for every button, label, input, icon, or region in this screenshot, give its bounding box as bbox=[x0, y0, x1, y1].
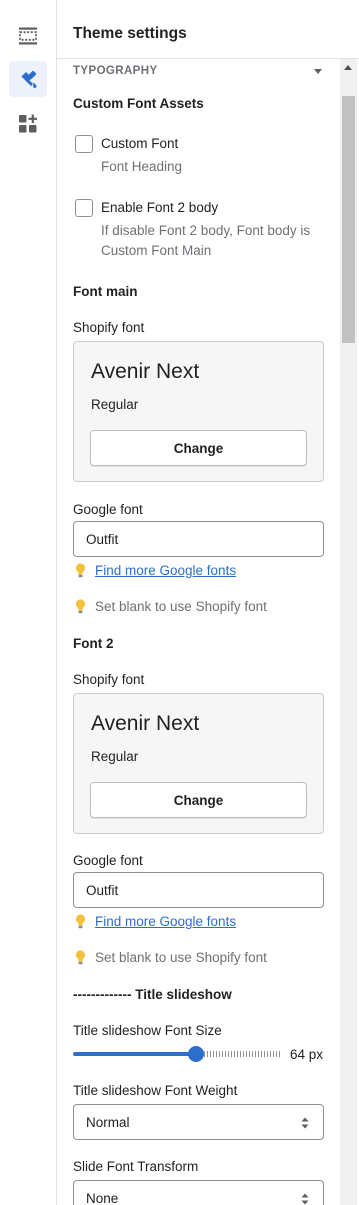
lightbulb-icon bbox=[73, 914, 87, 929]
slider-track bbox=[204, 1051, 281, 1057]
font-main-picker-card: Avenir Next Regular Change bbox=[73, 341, 324, 482]
slideshow-size-value: 64 px bbox=[290, 1047, 324, 1062]
font-main-find-link[interactable]: Find more Google fonts bbox=[95, 563, 236, 578]
font-main-blank-text: Set blank to use Shopify font bbox=[95, 599, 267, 614]
font-main-name: Avenir Next bbox=[91, 360, 200, 383]
lightbulb-icon bbox=[73, 950, 87, 965]
apps-button[interactable] bbox=[9, 106, 47, 142]
select-arrows-icon bbox=[301, 1117, 309, 1129]
settings-panel: Theme settings TYPOGRAPHY Custom Font As… bbox=[57, 0, 359, 1205]
scroll-up-icon[interactable] bbox=[344, 65, 352, 70]
slide-transform-select[interactable]: None bbox=[73, 1180, 324, 1205]
custom-assets-heading: Custom Font Assets bbox=[73, 96, 204, 111]
font-main-google-label: Google font bbox=[73, 502, 143, 517]
font-2-find-link[interactable]: Find more Google fonts bbox=[95, 914, 236, 929]
font-main-change-button[interactable]: Change bbox=[90, 430, 307, 466]
apps-add-icon bbox=[19, 114, 37, 133]
slider-thumb[interactable] bbox=[188, 1046, 204, 1062]
font-main-find-tip: Find more Google fonts bbox=[73, 563, 236, 578]
custom-font-label[interactable]: Custom Font bbox=[101, 136, 178, 151]
font-2-blank-tip: Set blank to use Shopify font bbox=[73, 950, 267, 965]
sections-button[interactable] bbox=[9, 18, 47, 54]
font2-body-help-line2: Custom Font Main bbox=[101, 243, 212, 258]
slideshow-weight-select[interactable]: Normal bbox=[73, 1104, 324, 1140]
sections-icon bbox=[19, 27, 37, 45]
scroll-thumb[interactable] bbox=[342, 96, 355, 343]
font-main-style: Regular bbox=[91, 397, 139, 412]
font-2-style: Regular bbox=[91, 749, 139, 764]
slide-transform-label: Slide Font Transform bbox=[73, 1159, 199, 1174]
custom-font-help: Font Heading bbox=[101, 159, 183, 174]
panel-header: Theme settings bbox=[57, 0, 359, 59]
font-2-find-tip: Find more Google fonts bbox=[73, 914, 236, 929]
font-2-picker-card: Avenir Next Regular Change bbox=[73, 693, 324, 834]
font-main-google-input[interactable]: Outfit bbox=[73, 521, 324, 557]
lightbulb-icon bbox=[73, 563, 87, 578]
font-2-google-label: Google font bbox=[73, 853, 143, 868]
section-label[interactable]: TYPOGRAPHY bbox=[73, 65, 158, 77]
theme-settings-button[interactable] bbox=[9, 61, 47, 97]
lightbulb-icon bbox=[73, 599, 87, 614]
custom-font-checkbox[interactable] bbox=[75, 135, 93, 153]
font2-body-checkbox[interactable] bbox=[75, 199, 93, 217]
font-2-blank-text: Set blank to use Shopify font bbox=[95, 950, 267, 965]
scrollbar[interactable] bbox=[340, 59, 357, 1205]
font-main-blank-tip: Set blank to use Shopify font bbox=[73, 599, 267, 614]
slideshow-divider-heading: ------------- Title slideshow bbox=[73, 987, 232, 1002]
page-title: Theme settings bbox=[73, 25, 187, 42]
font-main-heading: Font main bbox=[73, 284, 138, 299]
slideshow-weight-value: Normal bbox=[86, 1114, 130, 1130]
slideshow-size-slider[interactable] bbox=[73, 1045, 283, 1063]
slideshow-weight-label: Title slideshow Font Weight bbox=[73, 1083, 238, 1098]
font-2-change-button[interactable]: Change bbox=[90, 782, 307, 818]
left-rail bbox=[0, 0, 57, 1205]
chevron-down-icon[interactable] bbox=[314, 69, 322, 74]
font-2-heading: Font 2 bbox=[73, 636, 114, 651]
slideshow-size-label: Title slideshow Font Size bbox=[73, 1023, 222, 1038]
select-arrows-icon bbox=[301, 1193, 309, 1205]
slide-transform-value: None bbox=[86, 1190, 119, 1205]
paint-brush-icon bbox=[21, 70, 37, 88]
font2-body-help-line1: If disable Font 2 body, Font body is bbox=[101, 223, 311, 238]
font-main-shopify-label: Shopify font bbox=[73, 320, 145, 335]
font-2-shopify-label: Shopify font bbox=[73, 672, 145, 687]
font-2-name: Avenir Next bbox=[91, 712, 200, 735]
font-2-google-input[interactable]: Outfit bbox=[73, 872, 324, 908]
font2-body-label[interactable]: Enable Font 2 body bbox=[101, 200, 218, 215]
slider-fill bbox=[73, 1052, 196, 1056]
